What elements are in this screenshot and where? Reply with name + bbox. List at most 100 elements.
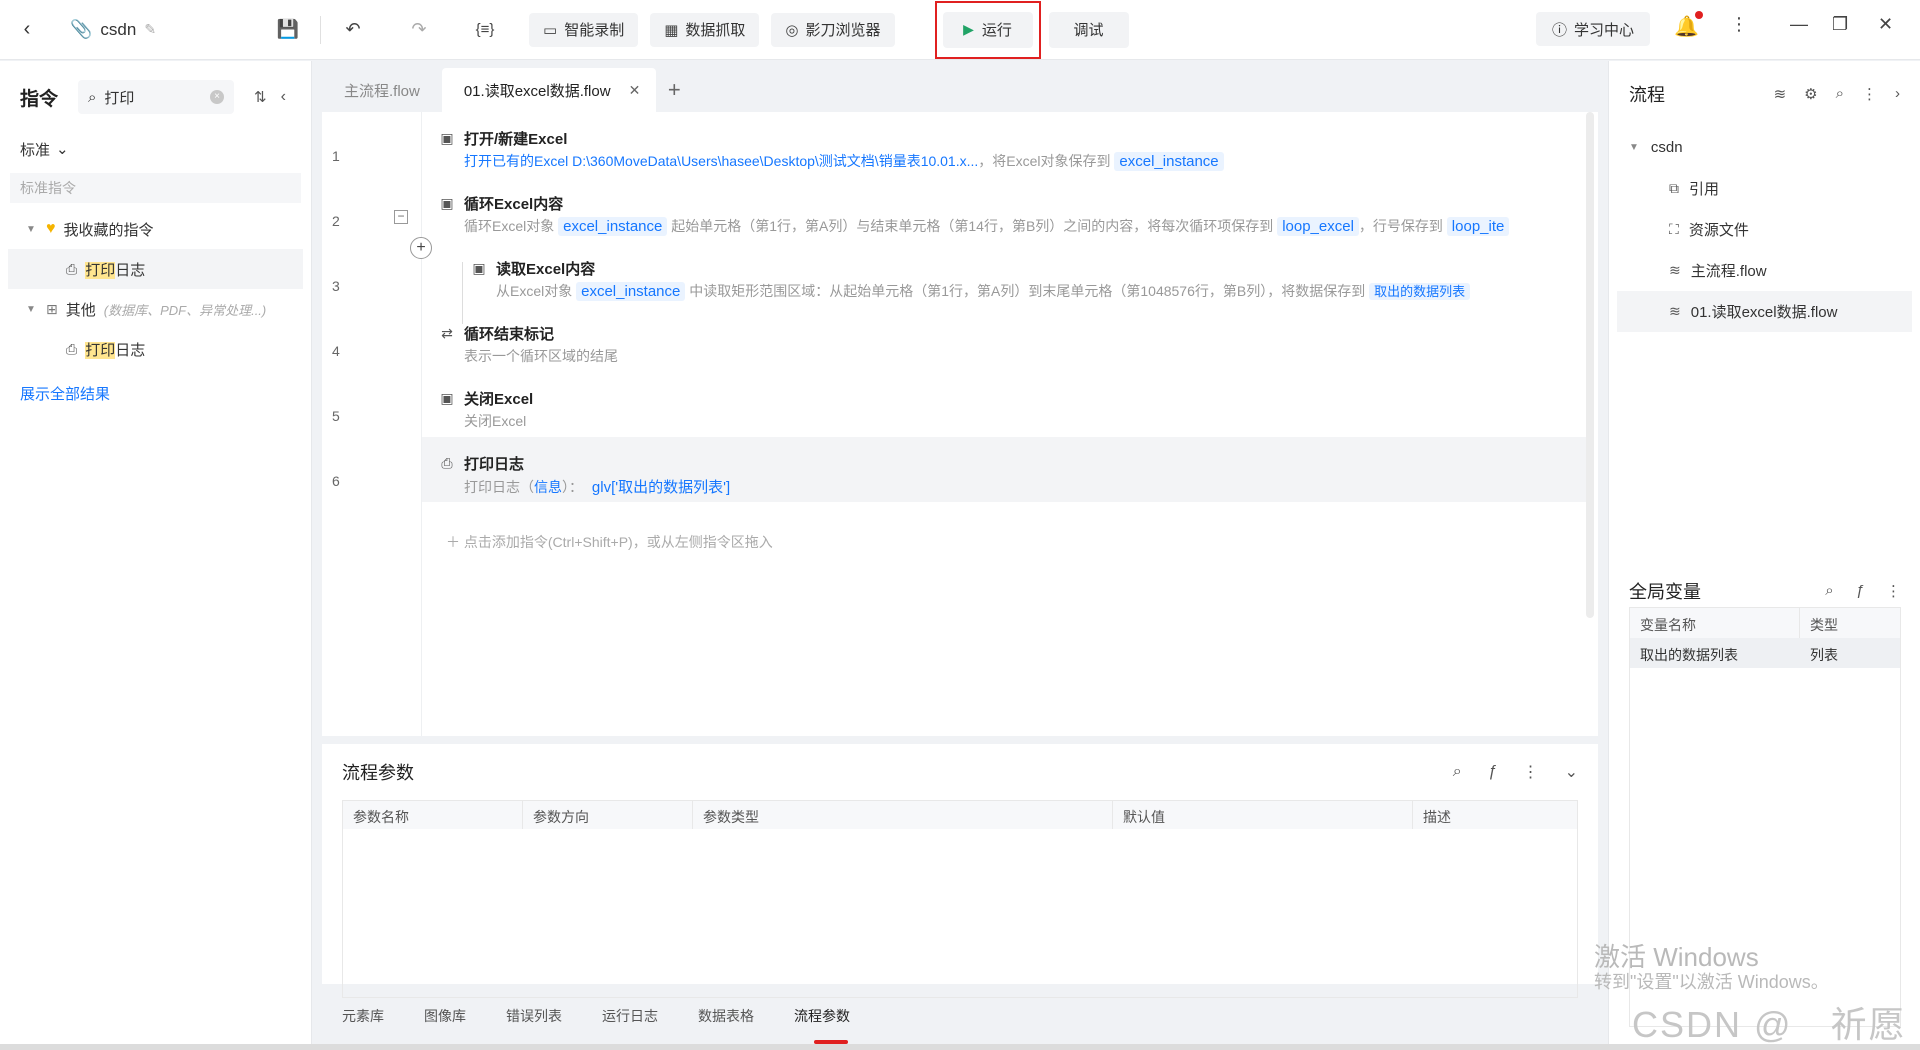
tree-item-read-excel-flow[interactable]: ≋ 01.读取excel数据.flow (1617, 291, 1912, 332)
smart-record-button[interactable]: ▭ 智能录制 (529, 12, 639, 47)
table-row[interactable]: 取出的数据列表 列表 (1630, 638, 1900, 668)
function-icon[interactable]: ƒ (1856, 582, 1864, 600)
tree-item-main-flow[interactable]: ≋ 主流程.flow (1609, 250, 1920, 291)
edit-name-icon[interactable]: ✎ (144, 21, 156, 38)
tab-main-flow[interactable]: 主流程.flow (322, 68, 442, 112)
tab-flow-params[interactable]: 流程参数 (794, 1006, 850, 1044)
settings-icon[interactable]: ⚙ (1804, 85, 1817, 103)
add-command-hint[interactable]: ＋ 点击添加指令(Ctrl+Shift+P)，或从左侧指令区拖入 (446, 532, 773, 552)
step-loop-excel[interactable]: ▣ 循环Excel内容 循环Excel对象 excel_instance 起始单… (422, 177, 1586, 242)
step-close-excel[interactable]: ▣ 关闭Excel 关闭Excel (422, 372, 1586, 437)
column-header: 参数类型 (693, 801, 1113, 829)
divider (320, 15, 321, 44)
tab-run-log[interactable]: 运行日志 (602, 1006, 658, 1026)
more-vertical-icon[interactable]: ⋮ (1886, 582, 1901, 600)
line-number: 5 (332, 408, 340, 424)
close-tab-icon[interactable]: ✕ (629, 82, 641, 99)
step-desc: 中读取矩形范围区域：从起始单元格（第1行，第A列）到末尾单元格（第1048576… (689, 283, 1366, 299)
variable-pill[interactable]: loop_ite (1446, 217, 1510, 236)
tab-image-library[interactable]: 图像库 (424, 1006, 466, 1026)
tab-label: 01.读取excel数据.flow (463, 82, 611, 100)
others-group[interactable]: ▼ ⊞ 其他 (数据库、PDF、异常处理...) (0, 289, 311, 329)
chevron-right-icon[interactable]: › (1895, 85, 1900, 103)
printer-icon: ⎙ (66, 340, 78, 357)
smart-record-label: 智能录制 (564, 22, 625, 39)
variable-pill[interactable]: 取出的数据列表 (1369, 283, 1471, 300)
layers-add-icon[interactable]: ≋ (1774, 85, 1787, 103)
save-icon[interactable]: 💾 (270, 12, 306, 48)
data-capture-button[interactable]: ▦ 数据抓取 (650, 12, 760, 47)
editor-scrollbar[interactable] (1586, 112, 1594, 618)
minimize-icon[interactable]: — (1790, 14, 1808, 35)
variable-pill[interactable]: excel_instance (576, 282, 686, 301)
file-path-link[interactable]: 打开已有的Excel D:\360MoveData\Users\hasee\De… (464, 153, 978, 169)
step-title: 打印日志 (464, 456, 525, 473)
project-root[interactable]: ▼ csdn (1609, 127, 1920, 168)
layers-icon: ≋ (1669, 303, 1681, 319)
column-header: 变量名称 (1630, 608, 1800, 638)
tab-element-library[interactable]: 元素库 (342, 1006, 384, 1026)
log-level[interactable]: 信息 (534, 479, 562, 495)
root-label: csdn (1650, 139, 1683, 156)
search-value: 打印 (104, 89, 135, 107)
favorites-group[interactable]: ▼ ♥ 我收藏的指令 (0, 209, 311, 249)
expression-pill[interactable]: glv['取出的数据列表'] (587, 478, 735, 497)
maximize-icon[interactable]: ❐ (1832, 14, 1848, 35)
collapse-toggle-icon[interactable]: − (394, 210, 408, 224)
run-label: 运行 (981, 22, 1012, 39)
loop-end-icon: ⇄ (441, 325, 453, 341)
step-read-excel[interactable]: ▣ 读取Excel内容 从Excel对象 excel_instance 中读取矩… (422, 242, 1586, 307)
close-icon[interactable]: ✕ (1878, 14, 1893, 35)
grid-icon: ⊞ (46, 300, 58, 317)
clear-search-icon[interactable]: × (210, 90, 225, 104)
redo-icon[interactable]: ↷ (401, 12, 437, 48)
run-button[interactable]: ▶ 运行 (942, 11, 1033, 48)
collapse-panel-icon[interactable]: ‹ (281, 88, 286, 106)
tree-item-resources[interactable]: ⛶ 资源文件 (1609, 209, 1920, 250)
add-tab-icon[interactable]: + (656, 68, 692, 112)
plus-icon: ＋ (446, 534, 460, 550)
play-icon: ▶ (963, 21, 974, 37)
function-icon[interactable]: ƒ (1488, 763, 1497, 781)
bell-icon[interactable]: 🔔 (1674, 11, 1703, 39)
favorite-print-log-item[interactable]: ⎙ 打印日志 (8, 249, 303, 289)
code-braces-icon[interactable]: {≡} (467, 12, 503, 48)
standard-dropdown[interactable]: 标准 ⌄ (0, 133, 311, 165)
show-all-results-link[interactable]: 展示全部结果 (0, 383, 311, 404)
search-icon[interactable]: ⌕ (1453, 763, 1462, 781)
step-title: 关闭Excel (464, 391, 534, 408)
project-title: 📎 csdn ✎ (70, 19, 270, 40)
step-title: 循环Excel内容 (464, 196, 564, 213)
more-vertical-icon[interactable]: ⋮ (1730, 14, 1748, 35)
column-header: 参数方向 (523, 801, 693, 829)
other-print-log-item[interactable]: ⎙ 打印日志 (0, 329, 311, 369)
step-loop-end[interactable]: ⇄ 循环结束标记 表示一个循环区域的结尾 (422, 307, 1586, 372)
tab-data-table[interactable]: 数据表格 (698, 1006, 754, 1026)
variable-type: 列表 (1810, 647, 1838, 663)
csdn-watermark: CSDN @ 祈愿 (1632, 1004, 1907, 1045)
step-desc: 打印日志（ (464, 479, 534, 495)
line-number: 1 (332, 148, 340, 164)
search-icon[interactable]: ⌕ (1836, 85, 1844, 103)
undo-icon[interactable]: ↶ (335, 12, 371, 48)
more-vertical-icon[interactable]: ⋮ (1523, 762, 1539, 782)
tab-read-excel-flow[interactable]: 01.读取excel数据.flow ✕ (441, 68, 657, 112)
command-search-input[interactable]: ⌕ 打印 × (78, 80, 235, 114)
chevron-down-icon[interactable]: ⌄ (1565, 762, 1578, 782)
step-title: 打开/新建Excel (464, 131, 568, 148)
sort-icon[interactable]: ⇅ (254, 88, 267, 106)
variable-pill[interactable]: excel_instance (558, 217, 668, 236)
tab-error-list[interactable]: 错误列表 (506, 1006, 562, 1026)
search-icon[interactable]: ⌕ (1825, 582, 1833, 600)
tree-item-references[interactable]: ⧉ 引用 (1609, 168, 1920, 209)
variable-pill[interactable]: excel_instance (1114, 152, 1224, 171)
line-number: 4 (332, 343, 340, 359)
learning-center-button[interactable]: ⓘ 学习中心 (1536, 12, 1651, 46)
variable-pill[interactable]: loop_excel (1277, 217, 1359, 236)
more-vertical-icon[interactable]: ⋮ (1862, 85, 1877, 103)
step-open-excel[interactable]: ▣ 打开/新建Excel 打开已有的Excel D:\360MoveData\U… (422, 112, 1586, 177)
back-icon[interactable]: ‹ (14, 18, 40, 41)
debug-button[interactable]: 调试 (1048, 11, 1129, 48)
browser-button[interactable]: ◎ 影刀浏览器 (771, 12, 895, 47)
step-print-log[interactable]: ⎙ 打印日志 打印日志（信息）： glv['取出的数据列表'] (422, 437, 1586, 502)
